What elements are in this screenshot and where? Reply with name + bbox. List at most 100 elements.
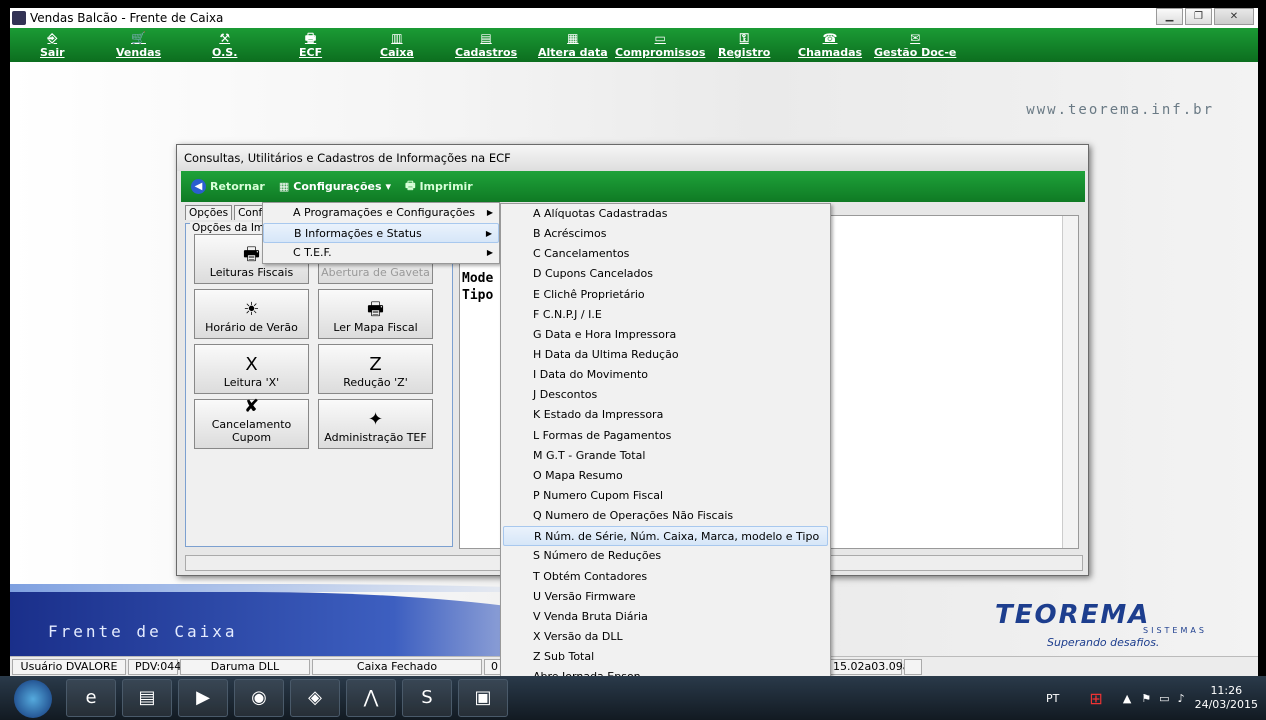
firefox-taskbar-icon[interactable]: ◉ (234, 679, 284, 717)
info-menu-item[interactable]: T Obtém Contadores (503, 567, 828, 587)
ler-mapa-fiscal-button[interactable]: 🖶 Ler Mapa Fiscal (318, 289, 433, 339)
menu-item-altera-data[interactable]: ▦ Altera data (538, 29, 608, 61)
info-menu-item[interactable]: L Formas de Pagamentos (503, 426, 828, 446)
menu-item-registro[interactable]: ⚿ Registro (718, 29, 770, 61)
menu-item-label: Chamadas (798, 46, 863, 59)
menu-item-chamadas[interactable]: ☎ Chamadas (798, 29, 862, 61)
screen: Vendas Balcão - Frente de Caixa ▁ ❐ ✕ ⎆ S… (0, 0, 1266, 720)
back-button[interactable]: ◀ Retornar (191, 179, 265, 194)
info-menu-item[interactable]: D Cupons Cancelados (503, 264, 828, 284)
status-version: 15.02a03.09a (826, 658, 909, 675)
flag-icon[interactable]: ⚑ (1141, 692, 1151, 705)
cancelamento-cupom-button[interactable]: ✘ Cancelamento Cupom (194, 396, 309, 449)
app-taskbar-icon[interactable]: ◈ (290, 679, 340, 717)
grid-icon: ▦ (278, 180, 290, 193)
chevron-right-icon: ▶ (485, 229, 492, 238)
info-menu-item[interactable]: E Clichê Proprietário (503, 285, 828, 305)
ie-taskbar-icon[interactable]: e (66, 679, 116, 717)
menu-item-label: Vendas (116, 46, 162, 59)
menu-item-o-s-[interactable]: ⚒ O.S. (212, 29, 237, 61)
button-label: Abertura de Gaveta (321, 266, 430, 279)
dialog-title: Consultas, Utilitários e Cadastros de In… (177, 145, 1088, 171)
info-menu-item[interactable]: J Descontos (503, 385, 828, 405)
agenda-icon: ▭ (654, 31, 666, 45)
info-menu-item[interactable]: V Venda Bruta Diária (503, 607, 828, 627)
info-menu-item[interactable]: S Número de Reduções (503, 546, 828, 566)
redu-o-z--button[interactable]: Z Redução 'Z' (318, 344, 433, 394)
info-menu-item[interactable]: C Cancelamentos (503, 244, 828, 264)
info-menu-item[interactable]: H Data da Ultima Redução (503, 345, 828, 365)
vertical-scrollbar[interactable] (1062, 216, 1078, 548)
hor-rio-de-ver-o-button[interactable]: ☀ Horário de Verão (194, 289, 309, 339)
menu-item-caixa[interactable]: ▥ Caixa (380, 29, 414, 61)
tray-up-icon[interactable]: ▲ (1123, 692, 1131, 705)
skype-taskbar-icon[interactable]: S (402, 679, 452, 717)
menu-item-label: Caixa (380, 46, 414, 59)
dialog-toolbar: ◀ Retornar ▦ Configurações ▾ 🖶 Imprimir (181, 171, 1085, 202)
info-menu-item[interactable]: A Alíquotas Cadastradas (503, 204, 828, 224)
volume-icon[interactable]: ♪ (1178, 692, 1185, 705)
button-label: Ler Mapa Fiscal (333, 321, 418, 334)
menu-item-label: Gestão Doc-e (874, 46, 957, 59)
button-label: Leitura 'X' (223, 376, 280, 389)
vendas-taskbar-icon[interactable]: ▣ (458, 679, 508, 717)
close-button[interactable]: ✕ (1214, 8, 1254, 25)
config-menu-button[interactable]: ▦ Configurações ▾ (279, 180, 391, 193)
options-panel: Opções da Imp 🖶Leituras Fiscais▭Abertura… (185, 222, 453, 547)
info-menu-item[interactable]: G Data e Hora Impressora (503, 325, 828, 345)
menu-item-cadastros[interactable]: ▤ Cadastros (455, 29, 517, 61)
info-menu-item[interactable]: R Núm. de Série, Núm. Caixa, Marca, mode… (503, 526, 828, 547)
menu-item-label: O.S. (212, 46, 238, 59)
config-menu-item[interactable]: B Informações e Status ▶ (263, 223, 499, 243)
menu-item-label: Registro (718, 46, 771, 59)
info-menu-item[interactable]: O Mapa Resumo (503, 466, 828, 486)
doc-icon: ✉ (910, 31, 921, 45)
cart-icon: 🛒 (131, 31, 146, 45)
menu-item-label: Sair (40, 46, 65, 59)
info-menu-item[interactable]: X Versão da DLL (503, 627, 828, 647)
info-menu-item[interactable]: I Data do Movimento (503, 365, 828, 385)
config-menu-item[interactable]: A Programações e Configurações ▶ (263, 203, 499, 223)
menu-item-label: B Informações e Status (294, 227, 422, 240)
leitura-x--button[interactable]: X Leitura 'X' (194, 344, 309, 394)
media-taskbar-icon[interactable]: ▶ (178, 679, 228, 717)
info-menu-item[interactable]: F C.N.P.J / I.E (503, 305, 828, 325)
config-menu-item[interactable]: C T.E.F. ▶ (263, 243, 499, 263)
info-menu-item[interactable]: Q Numero de Operações Não Fiscais (503, 506, 828, 526)
info-menu-item[interactable]: P Numero Cupom Fiscal (503, 486, 828, 506)
menu-item-gest-o-doc-e[interactable]: ✉ Gestão Doc-e (874, 29, 956, 61)
logo-slogan: Superando desafios. (1047, 636, 1160, 649)
info-menu-item[interactable]: M G.T - Grande Total (503, 446, 828, 466)
info-menu-item[interactable]: B Acréscimos (503, 224, 828, 244)
network-icon[interactable]: ▭ (1159, 692, 1169, 705)
menu-item-sair[interactable]: ⎆ Sair (40, 29, 65, 61)
clock[interactable]: 11:26 24/03/2015 (1195, 684, 1258, 712)
clock-time: 11:26 (1210, 684, 1243, 697)
minimize-button[interactable]: ▁ (1156, 8, 1183, 25)
info-status-submenu: A Alíquotas Cadastradas B Acréscimos C Can… (500, 203, 831, 720)
administra-o-tef-button[interactable]: ✦ Administração TEF (318, 399, 433, 449)
explorer-taskbar-icon[interactable]: ▤ (122, 679, 172, 717)
menu-item-ecf[interactable]: 🖶 ECF (299, 29, 322, 61)
z-icon: Z (369, 354, 382, 375)
menu-item-vendas[interactable]: 🛒 Vendas (116, 29, 161, 61)
start-button[interactable] (14, 680, 52, 718)
clock-date: 24/03/2015 (1194, 698, 1258, 711)
config-dropdown-menu: A Programações e Configurações ▶ B Informa… (262, 202, 500, 264)
tab-options[interactable]: Opções (185, 205, 233, 220)
info-menu-item[interactable]: Z Sub Total (503, 647, 828, 667)
tools-icon: ⚒ (219, 31, 231, 45)
info-menu-item[interactable]: K Estado da Impressora (503, 405, 828, 425)
language-indicator[interactable]: PT (1046, 692, 1059, 705)
menu-item-compromissos[interactable]: ▭ Compromissos (615, 29, 705, 61)
menu-item-label: A Programações e Configurações (293, 206, 476, 219)
app-tray-icon[interactable]: ⊞ (1089, 689, 1102, 708)
main-menubar: ⎆ Sair 🛒 Vendas ⚒ O.S. 🖶 ECF ▥ Caixa ▤ Cadastros ▦ Al… (10, 28, 1258, 62)
print-button[interactable]: 🖶 Imprimir (405, 177, 473, 196)
info-menu-item[interactable]: U Versão Firmware (503, 587, 828, 607)
vnc-taskbar-icon[interactable]: ⋀ (346, 679, 396, 717)
status-pdv: PDV:044 (128, 658, 181, 675)
button-label: Redução 'Z' (343, 376, 408, 389)
panel-label: Opções da Imp (190, 222, 273, 234)
restore-button[interactable]: ❐ (1185, 8, 1212, 25)
